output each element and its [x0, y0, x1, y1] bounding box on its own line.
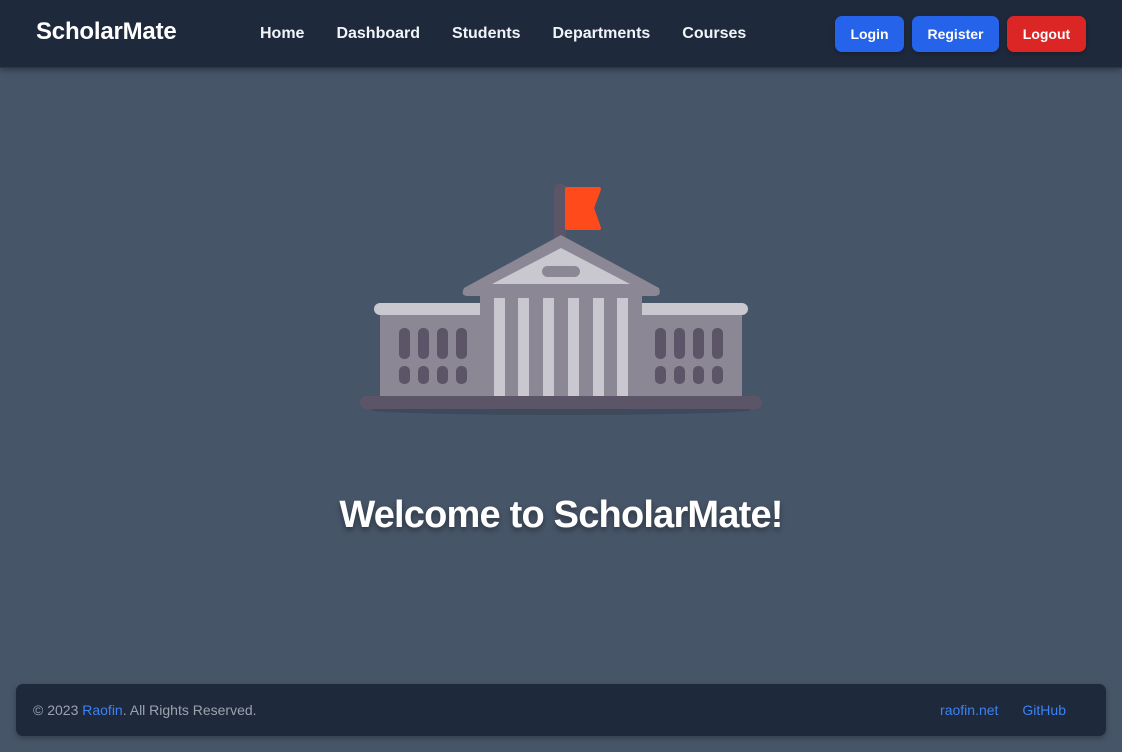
footer-link-github[interactable]: GitHub: [1022, 702, 1066, 718]
brand-logo[interactable]: ScholarMate: [36, 18, 177, 46]
copyright-suffix: . All Rights Reserved.: [122, 702, 257, 718]
register-button[interactable]: Register: [912, 16, 999, 52]
nav-courses[interactable]: Courses: [682, 24, 746, 44]
footer-links: raofin.net GitHub: [916, 702, 1066, 718]
university-building-icon: [360, 184, 762, 415]
welcome-heading: Welcome to ScholarMate!: [339, 494, 783, 536]
nav-students[interactable]: Students: [452, 24, 520, 44]
copyright-prefix: © 2023: [33, 702, 83, 718]
nav-dashboard[interactable]: Dashboard: [336, 24, 420, 44]
nav-home[interactable]: Home: [260, 24, 304, 44]
login-button[interactable]: Login: [835, 16, 904, 52]
copyright-text: © 2023 Raofin. All Rights Reserved.: [33, 702, 257, 718]
nav-links: Home Dashboard Students Departments Cour…: [260, 24, 778, 44]
navbar: ScholarMate Home Dashboard Students Depa…: [0, 0, 1122, 68]
nav-departments[interactable]: Departments: [552, 24, 650, 44]
footer: © 2023 Raofin. All Rights Reserved. raof…: [16, 684, 1106, 736]
owner-link[interactable]: Raofin: [82, 702, 122, 718]
footer-link-website[interactable]: raofin.net: [940, 702, 998, 718]
auth-buttons: Login Register Logout: [827, 16, 1086, 52]
logout-button[interactable]: Logout: [1007, 16, 1086, 52]
